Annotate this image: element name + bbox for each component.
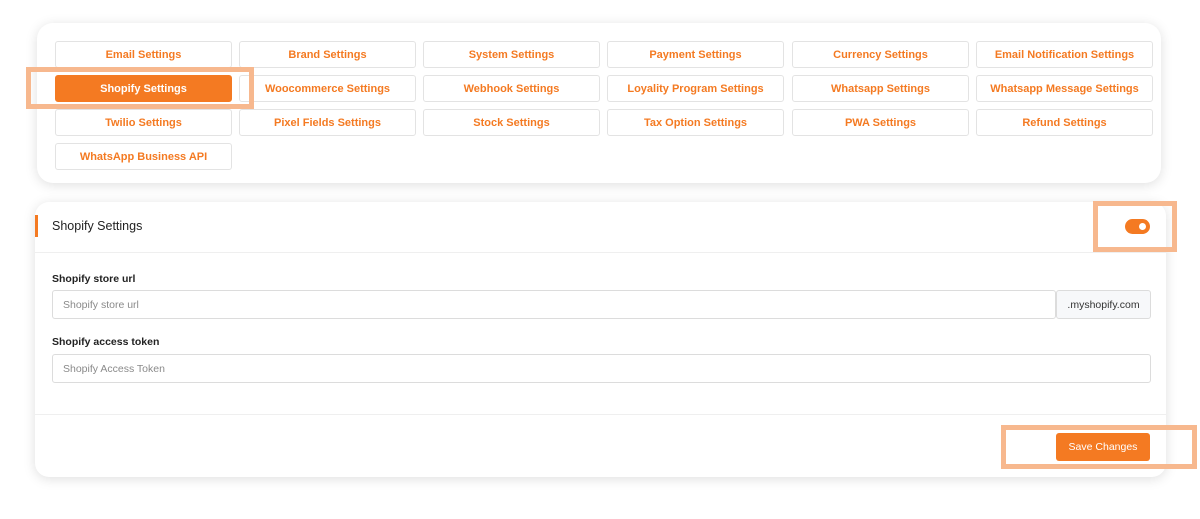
enable-toggle[interactable] [1125,219,1150,234]
shopify-settings-panel: Shopify Settings Shopify store url .mysh… [35,202,1166,477]
tab-brand-settings[interactable]: Brand Settings [239,41,416,68]
access-token-input[interactable] [52,354,1151,383]
footer-divider [35,414,1166,415]
panel-title: Shopify Settings [52,219,143,233]
save-changes-button[interactable]: Save Changes [1056,433,1150,461]
tab-currency-settings[interactable]: Currency Settings [792,41,969,68]
tab-tax-option-settings[interactable]: Tax Option Settings [607,109,784,136]
header-accent-bar [35,215,38,237]
tab-stock-settings[interactable]: Stock Settings [423,109,600,136]
tab-email-notification-settings[interactable]: Email Notification Settings [976,41,1153,68]
store-url-input[interactable] [52,290,1056,319]
tab-system-settings[interactable]: System Settings [423,41,600,68]
tab-shopify-settings[interactable]: Shopify Settings [55,75,232,102]
tab-whatsapp-message-settings[interactable]: Whatsapp Message Settings [976,75,1153,102]
tab-whatsapp-settings[interactable]: Whatsapp Settings [792,75,969,102]
store-url-label: Shopify store url [52,273,136,285]
access-token-label: Shopify access token [52,336,160,348]
tab-email-settings[interactable]: Email Settings [55,41,232,68]
tab-payment-settings[interactable]: Payment Settings [607,41,784,68]
tab-refund-settings[interactable]: Refund Settings [976,109,1153,136]
tab-loyality-program-settings[interactable]: Loyality Program Settings [607,75,784,102]
tab-woocommerce-settings[interactable]: Woocommerce Settings [239,75,416,102]
toggle-knob [1139,223,1146,230]
panel-header: Shopify Settings [35,202,1166,253]
tab-pixel-fields-settings[interactable]: Pixel Fields Settings [239,109,416,136]
tab-pwa-settings[interactable]: PWA Settings [792,109,969,136]
tab-twilio-settings[interactable]: Twilio Settings [55,109,232,136]
store-url-suffix: .myshopify.com [1056,290,1151,319]
settings-tabs-card: Email Settings Brand Settings System Set… [37,23,1161,183]
tab-webhook-settings[interactable]: Webhook Settings [423,75,600,102]
tab-whatsapp-business-api[interactable]: WhatsApp Business API [55,143,232,170]
